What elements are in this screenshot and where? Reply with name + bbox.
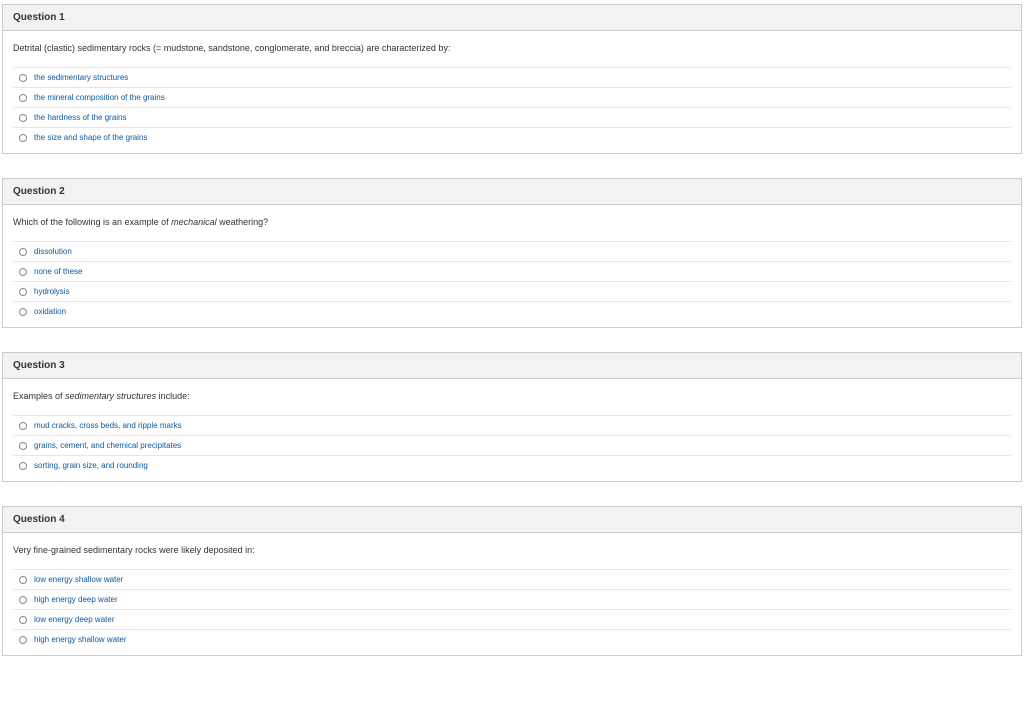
radio-icon[interactable] (19, 576, 27, 584)
option-row[interactable]: mud cracks, cross beds, and ripple marks (13, 416, 1011, 436)
option-label: grains, cement, and chemical precipitate… (34, 441, 181, 450)
question-block: Question 4 Very fine-grained sedimentary … (2, 506, 1022, 656)
options-list: low energy shallow water high energy deep… (13, 569, 1011, 649)
radio-icon[interactable] (19, 442, 27, 450)
radio-icon[interactable] (19, 596, 27, 604)
option-label: sorting, grain size, and rounding (34, 461, 148, 470)
option-row[interactable]: none of these (13, 262, 1011, 282)
question-prompt: Detrital (clastic) sedimentary rocks (= … (13, 43, 1011, 53)
option-row[interactable]: sorting, grain size, and rounding (13, 456, 1011, 475)
radio-icon[interactable] (19, 462, 27, 470)
option-label: mud cracks, cross beds, and ripple marks (34, 421, 182, 430)
option-row[interactable]: low energy deep water (13, 610, 1011, 630)
question-header: Question 3 (3, 353, 1021, 379)
question-prompt: Very fine-grained sedimentary rocks were… (13, 545, 1011, 555)
options-list: the sedimentary structures the mineral co… (13, 67, 1011, 147)
radio-icon[interactable] (19, 114, 27, 122)
option-row[interactable]: low energy shallow water (13, 570, 1011, 590)
radio-icon[interactable] (19, 288, 27, 296)
option-label: none of these (34, 267, 82, 276)
option-row[interactable]: the hardness of the grains (13, 108, 1011, 128)
quiz-container: Question 1 Detrital (clastic) sedimentary… (2, 4, 1022, 656)
question-body: Very fine-grained sedimentary rocks were… (3, 533, 1021, 655)
option-label: high energy shallow water (34, 635, 127, 644)
options-list: dissolution none of these hydrolysis oxidat… (13, 241, 1011, 321)
option-label: low energy shallow water (34, 575, 123, 584)
radio-icon[interactable] (19, 74, 27, 82)
question-prompt: Which of the following is an example of … (13, 217, 1011, 227)
question-body: Detrital (clastic) sedimentary rocks (= … (3, 31, 1021, 153)
question-body: Examples of sedimentary structures inclu… (3, 379, 1021, 481)
question-header: Question 2 (3, 179, 1021, 205)
question-block: Question 3 Examples of sedimentary struct… (2, 352, 1022, 482)
option-row[interactable]: the mineral composition of the grains (13, 88, 1011, 108)
option-row[interactable]: the sedimentary structures (13, 68, 1011, 88)
radio-icon[interactable] (19, 308, 27, 316)
option-label: the sedimentary structures (34, 73, 128, 82)
option-label: the hardness of the grains (34, 113, 127, 122)
option-row[interactable]: the size and shape of the grains (13, 128, 1011, 147)
option-row[interactable]: grains, cement, and chemical precipitate… (13, 436, 1011, 456)
option-label: the size and shape of the grains (34, 133, 147, 142)
radio-icon[interactable] (19, 248, 27, 256)
question-body: Which of the following is an example of … (3, 205, 1021, 327)
option-row[interactable]: hydrolysis (13, 282, 1011, 302)
option-row[interactable]: dissolution (13, 242, 1011, 262)
option-label: oxidation (34, 307, 66, 316)
option-row[interactable]: high energy shallow water (13, 630, 1011, 649)
question-prompt: Examples of sedimentary structures inclu… (13, 391, 1011, 401)
option-label: high energy deep water (34, 595, 118, 604)
radio-icon[interactable] (19, 268, 27, 276)
radio-icon[interactable] (19, 134, 27, 142)
option-row[interactable]: high energy deep water (13, 590, 1011, 610)
option-row[interactable]: oxidation (13, 302, 1011, 321)
option-label: low energy deep water (34, 615, 115, 624)
option-label: hydrolysis (34, 287, 70, 296)
radio-icon[interactable] (19, 636, 27, 644)
question-header: Question 1 (3, 5, 1021, 31)
question-block: Question 1 Detrital (clastic) sedimentary… (2, 4, 1022, 154)
options-list: mud cracks, cross beds, and ripple marks… (13, 415, 1011, 475)
option-label: dissolution (34, 247, 72, 256)
question-block: Question 2 Which of the following is an e… (2, 178, 1022, 328)
radio-icon[interactable] (19, 616, 27, 624)
radio-icon[interactable] (19, 422, 27, 430)
option-label: the mineral composition of the grains (34, 93, 165, 102)
question-header: Question 4 (3, 507, 1021, 533)
radio-icon[interactable] (19, 94, 27, 102)
